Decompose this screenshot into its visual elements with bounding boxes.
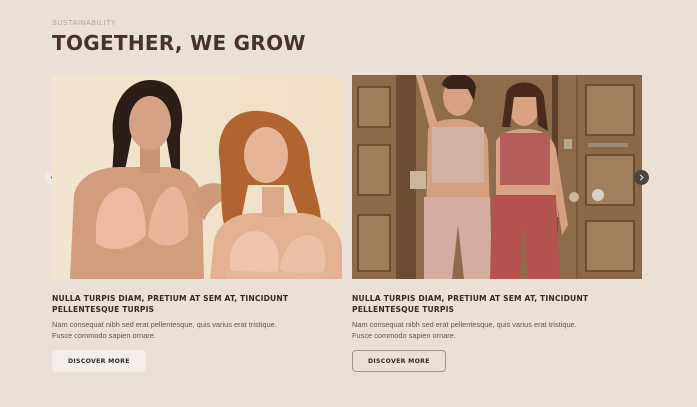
section-heading: TOGETHER, WE GROW [52,31,306,55]
card-description-line: Fusce commodo sapien ornare. [352,330,456,340]
section-eyebrow: SUSTAINABILITY [52,20,117,27]
card-description: Nam consequat nibh sed erat pellentesque… [52,320,342,341]
card-description-line: Nam consequat nibh sed erat pellentesque… [52,320,277,329]
card-image[interactable] [52,75,342,279]
lingerie-models-image [52,75,342,279]
card-description-line: Fusce commodo sapien ornare. [52,330,156,340]
card-title: NULLA TURPIS DIAM, PRETIUM AT SEM AT, TI… [52,294,289,314]
card-title: NULLA TURPIS DIAM, PRETIUM AT SEM AT, TI… [352,294,589,314]
carousel-next-button[interactable] [634,170,649,185]
activewear-models-image [352,75,642,279]
carousel-card: NULLA TURPIS DIAM, PRETIUM AT SEM AT, TI… [52,75,342,372]
carousel-card: NULLA TURPIS DIAM, PRETIUM AT SEM AT, TI… [352,75,642,372]
card-image[interactable] [352,75,642,279]
discover-more-button[interactable]: DISCOVER MORE [52,350,146,372]
card-description: Nam consequat nibh sed erat pellentesque… [352,320,642,341]
discover-more-button[interactable]: DISCOVER MORE [352,350,446,372]
chevron-right-icon [639,174,644,181]
card-description-line: Nam consequat nibh sed erat pellentesque… [352,320,577,329]
